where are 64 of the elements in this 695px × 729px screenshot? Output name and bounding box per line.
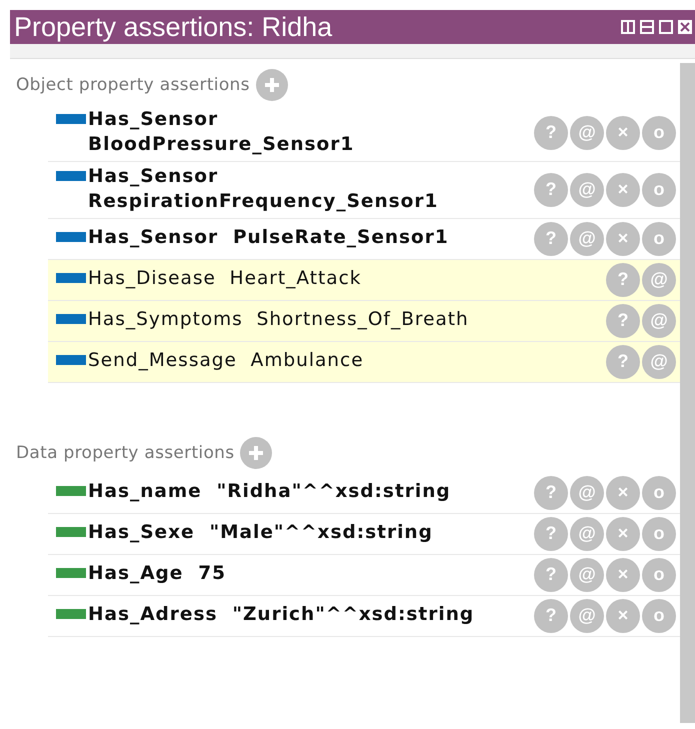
row-action-button[interactable]: o	[642, 476, 676, 510]
row-action-button[interactable]: @	[570, 516, 604, 551]
row-action-button[interactable]: ×	[606, 558, 640, 592]
row-action-button[interactable]: ×	[606, 516, 640, 551]
section-title: Data property assertions	[16, 442, 234, 463]
row-action-button[interactable]: ?	[534, 598, 568, 633]
assertion-row[interactable]: Has_Sensor RespirationFrequency_Sensor1 ? @ × o	[48, 162, 680, 219]
assertion-text: Has_Age 75	[88, 562, 226, 586]
row-action-button[interactable]: ?	[534, 558, 568, 592]
section-title: Object property assertions	[16, 75, 250, 95]
row-action-button[interactable]: @	[570, 172, 604, 207]
row-action-button[interactable]: ?	[534, 116, 568, 150]
row-action-button[interactable]: ×	[606, 172, 640, 207]
row-action-button[interactable]: ×	[606, 476, 640, 510]
scrollbar[interactable]	[680, 63, 695, 723]
row-action-button[interactable]: o	[642, 116, 676, 150]
assertion-text: Has_Disease Heart_Attack	[88, 267, 362, 292]
assertion-row[interactable]: Has_Sensor BloodPressure_Sensor1 ? @ × o	[48, 105, 680, 162]
row-action-button[interactable]: o	[642, 558, 676, 592]
row-action-button[interactable]: ?	[606, 304, 640, 338]
assertion-text: Has_Sensor PulseRate_Sensor1	[88, 226, 449, 250]
assertion-row[interactable]: Has_Disease Heart_Attack ? @	[48, 260, 680, 301]
row-action-button[interactable]: ?	[534, 172, 568, 207]
row-action-button[interactable]: @	[570, 558, 604, 592]
horizontal-split-icon[interactable]	[639, 19, 655, 35]
plus-icon	[262, 76, 281, 94]
row-action-button[interactable]: @	[570, 222, 604, 256]
row-action-button[interactable]: ?	[534, 476, 568, 510]
row-action-button[interactable]: ×	[606, 116, 640, 150]
assertion-text: Has_Sensor BloodPressure_Sensor1	[88, 108, 356, 157]
assertion-row[interactable]: Has_name "Ridha"^^xsd:string ? @ × o	[48, 472, 680, 514]
row-action-button[interactable]: ?	[534, 222, 568, 256]
window-title: Property assertions: Ridha	[14, 12, 332, 42]
assertion-row[interactable]: Has_Age 75 ? @ × o	[48, 554, 680, 596]
assertion-text: Has_Sexe "Male"^^xsd:string	[88, 521, 433, 546]
plus-icon	[247, 444, 266, 462]
assertion-text: Has_name "Ridha"^^xsd:string	[88, 480, 451, 504]
split-view-icon[interactable]	[620, 19, 636, 35]
row-action-button[interactable]: o	[642, 598, 676, 633]
row-action-button[interactable]: @	[570, 598, 604, 633]
assertion-text: Has_Sensor RespirationFrequency_Sensor1	[88, 164, 440, 214]
row-action-button[interactable]: o	[642, 516, 676, 551]
row-action-button[interactable]: ?	[606, 344, 640, 379]
assertion-row[interactable]: Send_Message Ambulance ? @	[48, 342, 680, 383]
assertion-row[interactable]: Has_Sexe "Male"^^xsd:string ? @ × o	[48, 514, 680, 555]
row-action-button[interactable]: @	[642, 262, 676, 297]
maximize-icon[interactable]	[658, 19, 674, 35]
row-action-button[interactable]: ?	[534, 516, 568, 551]
close-icon[interactable]	[677, 19, 693, 35]
row-action-button[interactable]: @	[642, 344, 676, 379]
row-action-button[interactable]: @	[570, 476, 604, 510]
row-action-button[interactable]: @	[642, 304, 676, 338]
row-action-button[interactable]: ×	[606, 598, 640, 633]
row-action-button[interactable]: o	[642, 172, 676, 207]
row-action-button[interactable]: o	[642, 222, 676, 256]
assertion-text: Has_Symptoms Shortness_Of_Breath	[88, 308, 469, 332]
row-action-button[interactable]: ?	[606, 262, 640, 297]
row-action-button[interactable]: ×	[606, 222, 640, 256]
assertion-row[interactable]: Has_Symptoms Shortness_Of_Breath ? @	[48, 300, 680, 342]
assertion-text: Send_Message Ambulance	[88, 349, 364, 374]
assertion-text: Has_Adress "Zurich"^^xsd:string	[88, 603, 474, 628]
row-action-button[interactable]: @	[570, 116, 604, 150]
assertion-row[interactable]: Has_Sensor PulseRate_Sensor1 ? @ × o	[48, 218, 680, 260]
assertion-row[interactable]: Has_Adress "Zurich"^^xsd:string ? @ × o	[48, 596, 680, 637]
